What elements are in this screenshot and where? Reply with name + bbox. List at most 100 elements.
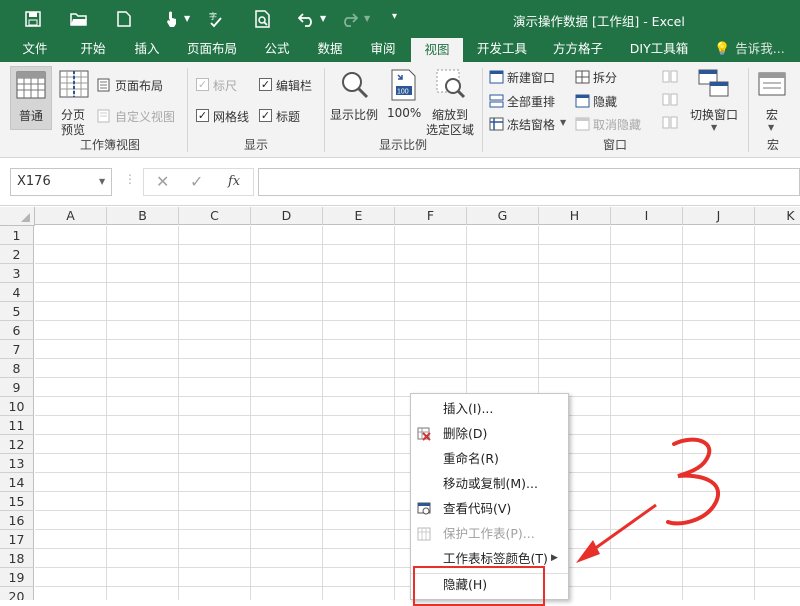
undo-icon[interactable] [294, 6, 320, 32]
column-header-h[interactable]: H [539, 207, 611, 225]
row-header-1[interactable]: 1 [0, 226, 34, 245]
new-file-icon[interactable] [111, 6, 137, 32]
zoom-100-button[interactable]: 100 100% [386, 66, 422, 132]
row-header-16[interactable]: 16 [0, 511, 34, 530]
row-header-2[interactable]: 2 [0, 245, 34, 264]
column-header-e[interactable]: E [323, 207, 395, 225]
redo-icon[interactable] [336, 6, 362, 32]
tab-data[interactable]: 数据 [307, 37, 353, 63]
column-header-f[interactable]: F [395, 207, 467, 225]
menu-item-insert[interactable]: 插入(I)... [411, 396, 568, 421]
column-header-k[interactable]: K [755, 207, 800, 225]
normal-view-button[interactable]: 普通 [10, 66, 52, 130]
page-break-preview-button[interactable]: 分页 预览 [56, 66, 92, 137]
split-label: 拆分 [593, 71, 618, 85]
gridlines-label: 网格线 [213, 110, 250, 124]
tab-diy-toolbox[interactable]: DIY工具箱 [624, 37, 694, 63]
column-header-i[interactable]: I [611, 207, 683, 225]
group-workbook-views-label: 工作簿视图 [79, 138, 140, 152]
gridlines-checkbox[interactable]: ✓ [196, 109, 209, 122]
row-header-5[interactable]: 5 [0, 302, 34, 321]
column-header-g[interactable]: G [467, 207, 539, 225]
page-layout-view-button[interactable]: 页面布局 [97, 76, 177, 94]
freeze-panes-button[interactable]: 冻结窗格 ▼ [489, 115, 569, 133]
tab-fangfang[interactable]: 方方格子 [546, 37, 610, 63]
custom-views-button[interactable]: 自定义视图 [97, 107, 187, 125]
view-code-icon [417, 502, 431, 515]
side-by-side-buttons[interactable] [660, 70, 680, 134]
chevron-down-icon[interactable]: ▼ [184, 14, 190, 23]
zoom-button[interactable]: 显示比例 [330, 66, 382, 132]
arrange-all-button[interactable]: 全部重排 [489, 92, 569, 110]
undo-dropdown-icon[interactable]: ▼ [320, 14, 326, 23]
headings-checkbox[interactable]: ✓ [259, 109, 272, 122]
row-header-3[interactable]: 3 [0, 264, 34, 283]
tab-insert[interactable]: 插入 [124, 37, 170, 63]
menu-item-move-copy[interactable]: 移动或复制(M)... [411, 471, 568, 496]
chevron-down-icon[interactable]: ▼ [99, 177, 105, 186]
menu-item-delete[interactable]: 删除(D) [411, 421, 568, 446]
row-header-10[interactable]: 10 [0, 397, 34, 416]
row-header-20[interactable]: 20 [0, 587, 34, 600]
tab-page-layout[interactable]: 页面布局 [180, 37, 244, 63]
new-window-button[interactable]: 新建窗口 [489, 68, 569, 86]
tab-file[interactable]: 文件 [12, 37, 58, 63]
tab-developer[interactable]: 开发工具 [470, 37, 534, 63]
touch-mode-icon[interactable] [159, 6, 185, 32]
redo-dropdown-icon[interactable]: ▼ [364, 14, 370, 23]
select-all-button[interactable] [0, 207, 35, 226]
ruler-checkbox[interactable]: ✓ [196, 78, 209, 91]
switch-windows-button[interactable]: 切换窗口 ▼ [688, 66, 742, 136]
menu-item-protect-sheet[interactable]: 保护工作表(P)... [411, 521, 568, 546]
row-header-19[interactable]: 19 [0, 568, 34, 587]
name-box[interactable]: X176 ▼ [10, 168, 112, 196]
menu-item-view-code[interactable]: 查看代码(V) [411, 496, 568, 521]
custom-views-icon [97, 109, 110, 123]
column-header-a[interactable]: A [35, 207, 107, 225]
customize-toolbar-icon[interactable]: ▾ [392, 11, 397, 22]
zoom-to-selection-button[interactable]: 缩放到 选定区域 [424, 66, 478, 137]
switch-windows-icon [698, 69, 729, 97]
print-preview-icon[interactable] [250, 6, 276, 32]
column-header-j[interactable]: J [683, 207, 755, 225]
row-header-6[interactable]: 6 [0, 321, 34, 340]
row-header-11[interactable]: 11 [0, 416, 34, 435]
open-folder-icon[interactable] [66, 6, 92, 32]
menu-item-label: 移动或复制(M)... [443, 476, 538, 491]
row-header-13[interactable]: 13 [0, 454, 34, 473]
column-header-d[interactable]: D [251, 207, 323, 225]
tab-review[interactable]: 审阅 [360, 37, 406, 63]
insert-function-icon[interactable]: fx [228, 174, 240, 189]
unhide-window-button[interactable]: 取消隐藏 [575, 115, 655, 133]
column-header-b[interactable]: B [107, 207, 179, 225]
row-header-8[interactable]: 8 [0, 359, 34, 378]
row-header-17[interactable]: 17 [0, 530, 34, 549]
macros-button[interactable]: 宏 ▼ [754, 66, 794, 136]
spell-check-icon[interactable]: 字 [204, 6, 230, 32]
menu-item-rename[interactable]: 重命名(R) [411, 446, 568, 471]
cancel-icon[interactable]: ✕ [156, 172, 169, 191]
formula-input[interactable] [258, 168, 800, 196]
hide-window-button[interactable]: 隐藏 [575, 92, 635, 110]
tab-formulas[interactable]: 公式 [254, 37, 300, 63]
row-header-7[interactable]: 7 [0, 340, 34, 359]
tab-home[interactable]: 开始 [70, 37, 116, 63]
group-separator [748, 68, 749, 152]
tell-me-search[interactable]: 告诉我... [730, 37, 790, 63]
row-header-15[interactable]: 15 [0, 492, 34, 511]
page-break-preview-icon [59, 70, 89, 98]
save-icon[interactable] [20, 6, 46, 32]
row-header-14[interactable]: 14 [0, 473, 34, 492]
lightbulb-icon: 💡 [714, 42, 731, 57]
formula-bar-checkbox[interactable]: ✓ [259, 78, 272, 91]
tab-view[interactable]: 视图 [411, 38, 463, 64]
row-header-18[interactable]: 18 [0, 549, 34, 568]
menu-item-label: 插入(I)... [443, 401, 494, 416]
column-header-c[interactable]: C [179, 207, 251, 225]
enter-icon[interactable]: ✓ [190, 172, 203, 191]
formula-bar-label: 编辑栏 [276, 79, 313, 93]
split-button[interactable]: 拆分 [575, 68, 635, 86]
row-header-12[interactable]: 12 [0, 435, 34, 454]
row-header-9[interactable]: 9 [0, 378, 34, 397]
row-header-4[interactable]: 4 [0, 283, 34, 302]
